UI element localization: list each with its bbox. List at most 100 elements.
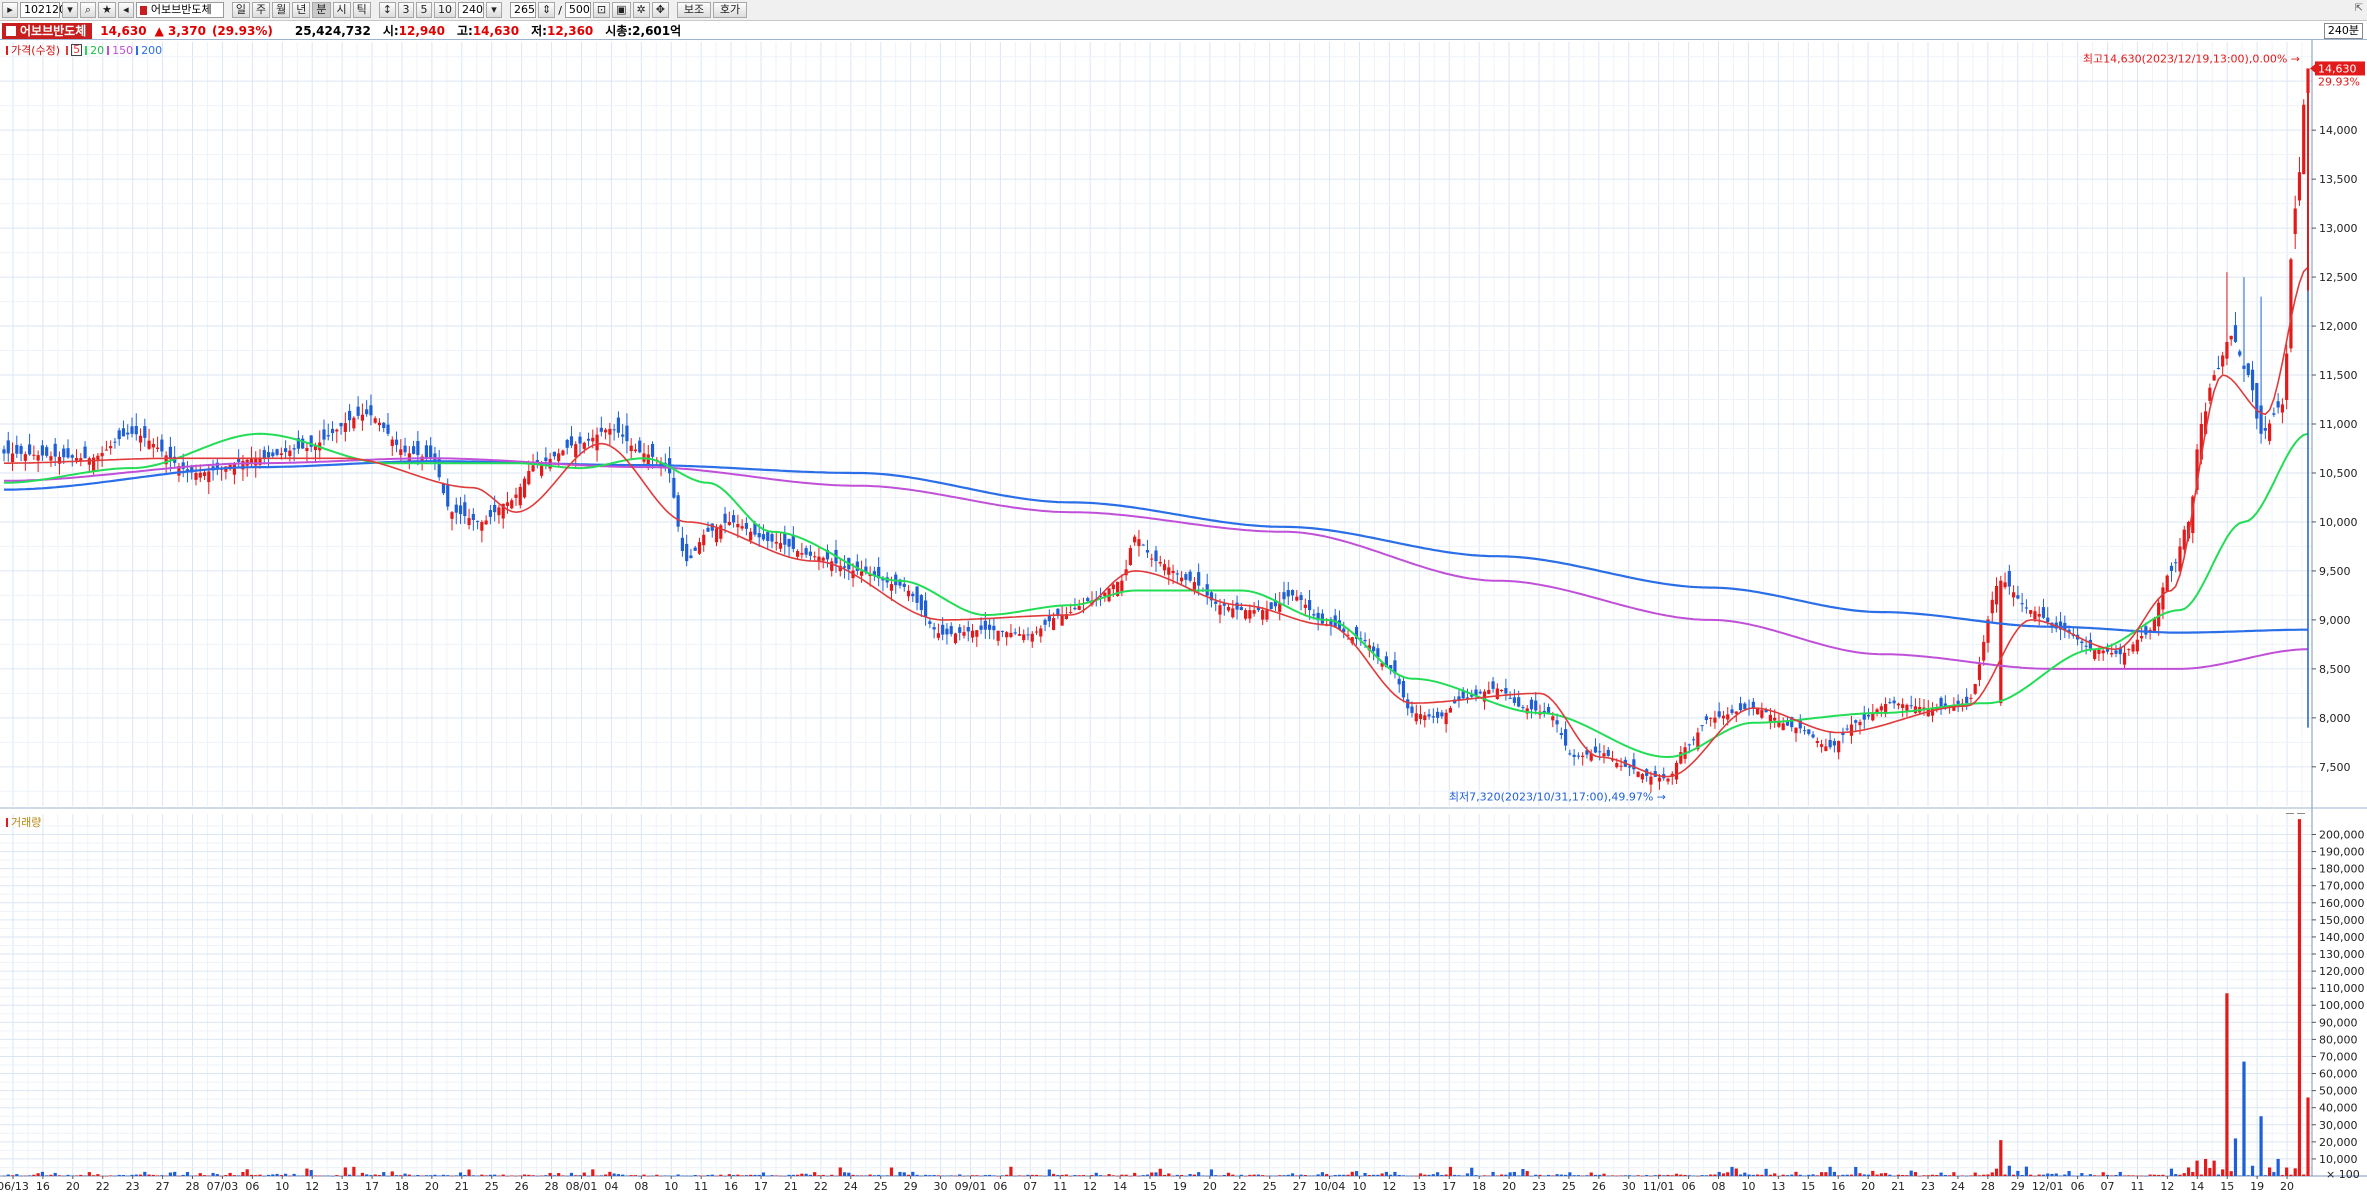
volume-bar — [1551, 1175, 1555, 1176]
volume-bar — [6, 1174, 10, 1176]
price-tick-label: 9,500 — [2319, 565, 2351, 578]
interval-button-1[interactable]: 5 — [415, 2, 432, 18]
volume-bar — [1512, 1171, 1516, 1176]
move-crosshair-icon[interactable]: ✥ — [651, 2, 669, 18]
x-tick-label: 16 — [1831, 1180, 1845, 1193]
volume-bar — [778, 1175, 783, 1177]
candle-body — [2131, 644, 2135, 652]
count-spinner-icon[interactable]: ⇕ — [537, 2, 556, 18]
volume-tick-label: 140,000 — [2319, 931, 2365, 944]
candle-body — [1649, 776, 1653, 785]
candle-body — [2238, 351, 2242, 356]
menu-icon[interactable]: ▸ — [2, 2, 18, 18]
interval-button-2[interactable]: 10 — [433, 2, 456, 18]
period-button-0[interactable]: 일 — [231, 2, 250, 18]
volume-bar — [2131, 1175, 2135, 1176]
candle-body — [565, 439, 569, 448]
volume-bar — [2063, 1174, 2067, 1176]
aux-button[interactable]: 보조 — [676, 2, 711, 18]
volume-bar — [2046, 1173, 2050, 1176]
candle-body — [1086, 598, 1090, 602]
interval-input[interactable]: 240 — [457, 2, 484, 18]
count-input[interactable]: 265 — [509, 2, 536, 18]
volume-bar — [32, 1174, 36, 1176]
legend-volume[interactable]: 거래량 — [11, 814, 41, 830]
candle-body — [2280, 404, 2284, 413]
price-tick-label: 10,000 — [2319, 516, 2358, 529]
volume-bar — [386, 1175, 390, 1177]
legend-ma20[interactable]: 20 — [90, 44, 104, 57]
candle-body — [1858, 721, 1862, 726]
quote-button[interactable]: 호가 — [712, 2, 747, 18]
count-max[interactable]: 500 — [564, 2, 591, 18]
code-dropdown-icon[interactable]: ▾ — [62, 2, 78, 18]
period-button-5[interactable]: 시 — [332, 2, 351, 18]
window-expand-icon[interactable]: ⇱ — [2355, 3, 2363, 14]
period-button-1[interactable]: 주 — [252, 2, 271, 18]
volume-bar — [1192, 1174, 1196, 1176]
x-tick-label: 10/04 — [1314, 1180, 1346, 1193]
volume-bar — [1982, 1174, 1986, 1176]
legend-ma200[interactable]: 200 — [141, 44, 162, 57]
volume-bar — [87, 1172, 91, 1176]
interval-down-icon[interactable]: ↕ — [378, 2, 396, 18]
period-badge[interactable]: 240분 — [2323, 23, 2363, 39]
volume-bar — [825, 1175, 830, 1177]
stock-chart[interactable]: 최고14,630(2023/12/19,13:00),0.00% → 최저7,32… — [0, 40, 2367, 1194]
candle-body — [1717, 711, 1721, 717]
period-button-6[interactable]: 틱 — [352, 2, 371, 18]
volume-bar — [1687, 1175, 1691, 1176]
candle-body — [932, 627, 936, 630]
candle-body — [1128, 548, 1132, 565]
volume-bar — [96, 1174, 100, 1176]
code-input[interactable]: 102120 — [20, 2, 66, 18]
candle-body — [552, 451, 556, 457]
legend-ma150[interactable]: 150 — [112, 44, 133, 57]
legend-ma5[interactable]: 5 — [71, 44, 83, 56]
volume-bar — [650, 1175, 655, 1177]
candle-body — [902, 583, 906, 587]
candle-body — [1820, 744, 1824, 747]
candle-body — [702, 534, 706, 546]
prev-icon[interactable]: ◂ — [117, 2, 134, 18]
save-icon[interactable]: ▣ — [612, 2, 631, 18]
volume-bar — [211, 1172, 215, 1176]
volume-bar — [1500, 1174, 1504, 1176]
candle-body — [1781, 723, 1785, 731]
candle-body — [1756, 708, 1760, 715]
favorite-star-icon[interactable]: ★ — [98, 2, 116, 18]
volume-bar — [902, 1172, 906, 1176]
candle-body — [604, 429, 608, 433]
volume-bar — [1674, 1173, 1679, 1176]
info-stock-badge[interactable]: 어보브반도체 — [2, 22, 93, 39]
candle-body — [1512, 697, 1516, 703]
volume-bar — [659, 1175, 663, 1177]
period-button-2[interactable]: 월 — [272, 2, 291, 18]
search-icon[interactable]: ⌕ — [80, 2, 96, 18]
stock-name-field[interactable]: 어보브반도체 — [135, 2, 224, 18]
legend-price[interactable]: 가격(수정) — [11, 42, 60, 58]
volume-bar — [1295, 1175, 1299, 1176]
period-button-3[interactable]: 년 — [292, 2, 311, 18]
candle-body — [2003, 582, 2007, 588]
volume-bar — [586, 1175, 591, 1177]
interval-dropdown-icon[interactable]: ▾ — [485, 2, 502, 18]
price-tick-label: 9,000 — [2319, 614, 2351, 627]
volume-bar — [190, 1175, 194, 1177]
settings-gear-icon[interactable]: ✲ — [632, 2, 650, 18]
candle-body — [339, 423, 343, 427]
volume-bar — [177, 1175, 181, 1177]
volume-bar — [1180, 1174, 1184, 1176]
volume-bar — [1354, 1171, 1359, 1176]
period-button-4[interactable]: 분 — [312, 2, 331, 18]
x-tick-label: 15 — [2220, 1180, 2234, 1193]
volume-bar — [791, 1174, 795, 1176]
lock-icon[interactable]: ⊡ — [592, 2, 611, 18]
candle-body — [1158, 561, 1162, 564]
candle-body — [1738, 703, 1743, 711]
interval-button-0[interactable]: 3 — [397, 2, 414, 18]
candle-body — [1892, 700, 1896, 704]
candle-body — [2276, 401, 2280, 408]
volume-bar — [1380, 1173, 1384, 1176]
volume-bar — [326, 1175, 330, 1177]
